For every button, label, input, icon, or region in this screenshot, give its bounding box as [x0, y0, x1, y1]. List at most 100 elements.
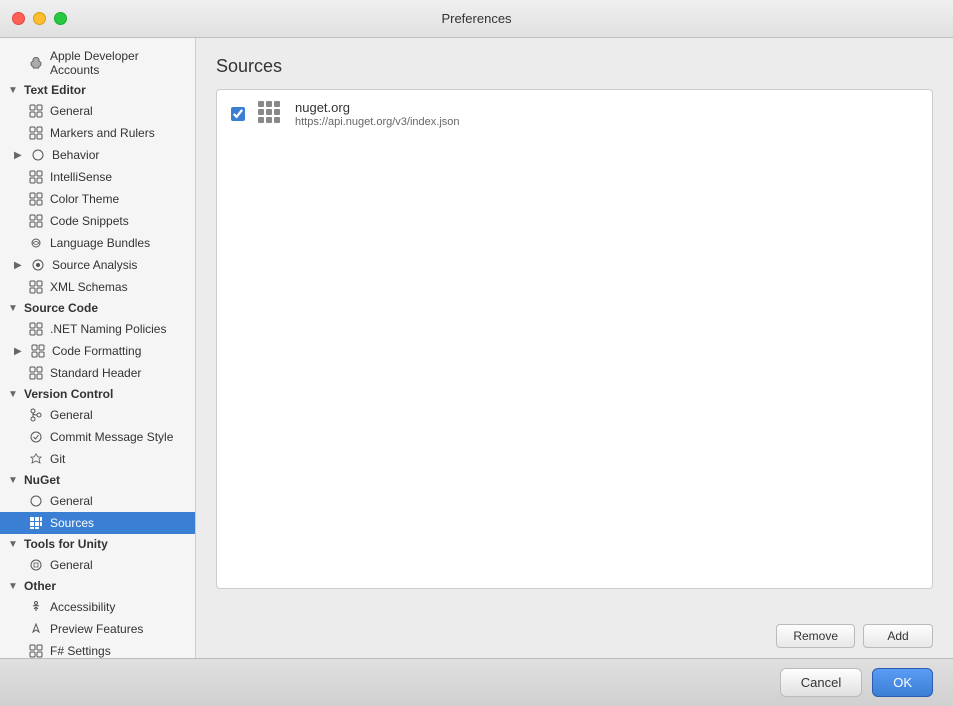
source-analysis-arrow: ▶ [14, 260, 28, 271]
content-area: Sources [196, 38, 953, 658]
source-analysis-icon [30, 257, 46, 273]
standard-header-label: Standard Header [50, 366, 141, 380]
sidebar-item-color-theme[interactable]: Color Theme [0, 188, 195, 210]
nuget-general-label: General [50, 494, 93, 508]
commit-message-icon [28, 429, 44, 445]
source-code-arrow: ▼ [8, 303, 22, 314]
window-controls [12, 12, 67, 25]
add-button[interactable]: Add [863, 624, 933, 648]
sidebar-item-intellisense[interactable]: IntelliSense [0, 166, 195, 188]
ok-button[interactable]: OK [872, 668, 933, 697]
sidebar-item-standard-header[interactable]: Standard Header [0, 362, 195, 384]
sidebar-item-apple-developer-label: Apple Developer Accounts [50, 49, 187, 77]
sidebar-section-source-code[interactable]: ▼ Source Code [0, 298, 195, 318]
other-arrow: ▼ [8, 581, 22, 592]
sidebar-item-vc-general[interactable]: General [0, 404, 195, 426]
sidebar-item-sources[interactable]: Sources [0, 512, 195, 534]
dialog-footer: Cancel OK [0, 658, 953, 706]
xml-schemas-label: XML Schemas [50, 280, 128, 294]
unity-general-icon [28, 557, 44, 573]
sidebar-section-tools-unity[interactable]: ▼ Tools for Unity [0, 534, 195, 554]
accessibility-label: Accessibility [50, 600, 115, 614]
titlebar: Preferences [0, 0, 953, 38]
behavior-label: Behavior [52, 148, 99, 162]
general-icon [28, 103, 44, 119]
sidebar-item-fsharp-settings[interactable]: F# Settings [0, 640, 195, 658]
sidebar-section-other[interactable]: ▼ Other [0, 576, 195, 596]
preview-features-icon [28, 621, 44, 637]
vc-general-label: General [50, 408, 93, 422]
accessibility-icon [28, 599, 44, 615]
sidebar-item-nuget-general[interactable]: General [0, 490, 195, 512]
sidebar-item-xml-schemas[interactable]: XML Schemas [0, 276, 195, 298]
sidebar-item-commit-message[interactable]: Commit Message Style [0, 426, 195, 448]
sidebar-item-source-analysis[interactable]: ▶ Source Analysis [0, 254, 195, 276]
sources-icon [28, 515, 44, 531]
source-item-nuget-org: nuget.org https://api.nuget.org/v3/index… [217, 90, 932, 138]
code-formatting-arrow: ▶ [14, 346, 28, 357]
sidebar-item-code-formatting[interactable]: ▶ Code Formatting [0, 340, 195, 362]
nuget-general-icon [28, 493, 44, 509]
sidebar-item-net-naming[interactable]: .NET Naming Policies [0, 318, 195, 340]
markers-icon [28, 125, 44, 141]
fsharp-label: F# Settings [50, 644, 111, 658]
source-checkbox-nuget-org[interactable] [231, 107, 245, 121]
behavior-icon [30, 147, 46, 163]
sidebar-item-language-bundles[interactable]: Language Bundles [0, 232, 195, 254]
content-footer: Remove Add [196, 614, 953, 658]
sidebar-item-general[interactable]: General [0, 100, 195, 122]
unity-general-label: General [50, 558, 93, 572]
sources-label: Sources [50, 516, 94, 530]
commit-message-label: Commit Message Style [50, 430, 173, 444]
sidebar-item-preview-features[interactable]: Preview Features [0, 618, 195, 640]
sidebar-item-markers-rulers[interactable]: Markers and Rulers [0, 122, 195, 144]
sidebar-section-text-editor[interactable]: ▼ Text Editor [0, 80, 195, 100]
code-snippets-label: Code Snippets [50, 214, 129, 228]
sidebar-item-code-snippets[interactable]: Code Snippets [0, 210, 195, 232]
tools-unity-arrow: ▼ [8, 539, 22, 550]
minimize-button[interactable] [33, 12, 46, 25]
sidebar-item-apple-developer[interactable]: Apple Developer Accounts [0, 46, 195, 80]
source-analysis-label: Source Analysis [52, 258, 137, 272]
nuget-label: NuGet [24, 473, 60, 487]
maximize-button[interactable] [54, 12, 67, 25]
tools-unity-label: Tools for Unity [24, 537, 108, 551]
close-button[interactable] [12, 12, 25, 25]
net-naming-label: .NET Naming Policies [50, 322, 166, 336]
content-body: nuget.org https://api.nuget.org/v3/index… [196, 89, 953, 614]
markers-label: Markers and Rulers [50, 126, 155, 140]
code-formatting-icon [30, 343, 46, 359]
color-theme-icon [28, 191, 44, 207]
source-name: nuget.org [295, 100, 460, 115]
sidebar-section-version-control[interactable]: ▼ Version Control [0, 384, 195, 404]
sidebar-item-behavior[interactable]: ▶ Behavior [0, 144, 195, 166]
standard-header-icon [28, 365, 44, 381]
text-editor-label: Text Editor [24, 83, 86, 97]
text-editor-arrow: ▼ [8, 85, 22, 96]
git-label: Git [50, 452, 65, 466]
sources-list: nuget.org https://api.nuget.org/v3/index… [216, 89, 933, 589]
source-code-label: Source Code [24, 301, 98, 315]
main-content: Apple Developer Accounts ▼ Text Editor G… [0, 38, 953, 658]
source-url: https://api.nuget.org/v3/index.json [295, 116, 460, 128]
source-info: nuget.org https://api.nuget.org/v3/index… [295, 100, 460, 128]
sidebar-item-unity-general[interactable]: General [0, 554, 195, 576]
net-naming-icon [28, 321, 44, 337]
code-snippets-icon [28, 213, 44, 229]
color-theme-label: Color Theme [50, 192, 119, 206]
sidebar-item-accessibility[interactable]: Accessibility [0, 596, 195, 618]
version-control-label: Version Control [24, 387, 113, 401]
remove-button[interactable]: Remove [776, 624, 855, 648]
preview-features-label: Preview Features [50, 622, 143, 636]
sidebar-section-nuget[interactable]: ▼ NuGet [0, 470, 195, 490]
cancel-button[interactable]: Cancel [780, 668, 862, 697]
general-label: General [50, 104, 93, 118]
vc-general-icon [28, 407, 44, 423]
sidebar-item-git[interactable]: Git [0, 448, 195, 470]
xml-schemas-icon [28, 279, 44, 295]
window-title: Preferences [441, 11, 511, 26]
nuget-source-icon [257, 100, 285, 128]
content-title: Sources [216, 56, 933, 77]
behavior-arrow: ▶ [14, 150, 28, 161]
other-label: Other [24, 579, 56, 593]
